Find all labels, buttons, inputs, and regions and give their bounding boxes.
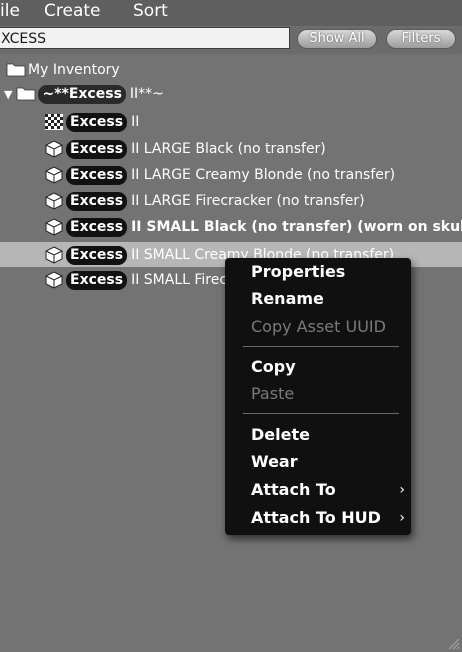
expand-arrow-icon[interactable]: ▼ [4,88,12,101]
object-cube-icon [44,271,64,289]
menu-file[interactable]: ile [0,1,20,21]
tree-item[interactable]: Excess II SMALL Firec [44,268,227,292]
object-cube-icon [44,246,64,264]
search-row: XCESS Show All Filters [0,27,462,53]
object-cube-icon [44,218,64,236]
item-tag: Excess [66,245,128,265]
item-tag: Excess [66,165,128,185]
menu-create[interactable]: Create [44,1,101,21]
tree-item[interactable]: Excess II LARGE Black (no transfer) [44,137,326,161]
folder-icon [6,61,26,79]
object-cube-icon [44,166,64,184]
item-tag: Excess [66,217,128,237]
menu-item-wear[interactable]: Wear [251,452,298,471]
item-label: II [131,114,140,130]
item-label: II SMALL Firec [131,272,228,288]
filters-button[interactable]: Filters [386,29,456,49]
tree-folder-excess[interactable]: ▼ ~**Excess II**~ [4,82,164,106]
tree-item[interactable]: Excess II LARGE Firecracker (no transfer… [44,189,365,213]
tree-item-worn[interactable]: Excess II SMALL Black (no transfer) (wor… [44,215,462,239]
tree-item[interactable]: Excess II LARGE Creamy Blonde (no transf… [44,163,395,187]
resize-grip-icon[interactable] [444,634,460,650]
menu-separator [243,346,399,347]
item-label: II LARGE Firecracker (no transfer) [131,193,365,209]
item-tag: Excess [66,139,128,159]
menu-item-rename[interactable]: Rename [251,289,324,308]
item-label: II SMALL Black (no transfer) (worn on sk… [131,219,462,235]
menu-item-properties[interactable]: Properties [251,262,345,281]
menu-item-paste[interactable]: Paste [251,384,294,403]
folder-name-rest: II**~ [129,86,164,102]
search-input[interactable]: XCESS [0,27,290,49]
tree-item[interactable]: Excess II [44,110,139,134]
menu-item-copy-asset-uuid[interactable]: Copy Asset UUID [251,317,386,336]
menu-sort[interactable]: Sort [133,1,168,21]
item-tag: Excess [66,270,128,290]
menu-separator [243,413,399,414]
menu-item-copy[interactable]: Copy [251,357,296,376]
submenu-arrow-icon: › [399,482,405,498]
context-menu: Properties Rename Copy Asset UUID Copy P… [225,258,411,535]
menu-item-delete[interactable]: Delete [251,425,310,444]
object-cube-icon [44,192,64,210]
item-label: II LARGE Black (no transfer) [131,141,326,157]
texture-icon [44,113,64,131]
root-label: My Inventory [28,62,120,78]
object-cube-icon [44,140,64,158]
tree-root-my-inventory[interactable]: My Inventory [6,58,120,82]
menu-item-attach-to[interactable]: Attach To [251,480,336,499]
show-all-button[interactable]: Show All [297,29,377,49]
folder-open-icon [16,85,36,103]
menu-bar: ile Create Sort [0,0,462,26]
item-tag: Excess [66,191,128,211]
menu-item-attach-to-hud[interactable]: Attach To HUD [251,508,381,527]
item-tag: Excess [66,112,128,132]
item-label: II LARGE Creamy Blonde (no transfer) [131,167,396,183]
folder-name-tag: ~**Excess [38,84,126,104]
submenu-arrow-icon: › [399,510,405,526]
